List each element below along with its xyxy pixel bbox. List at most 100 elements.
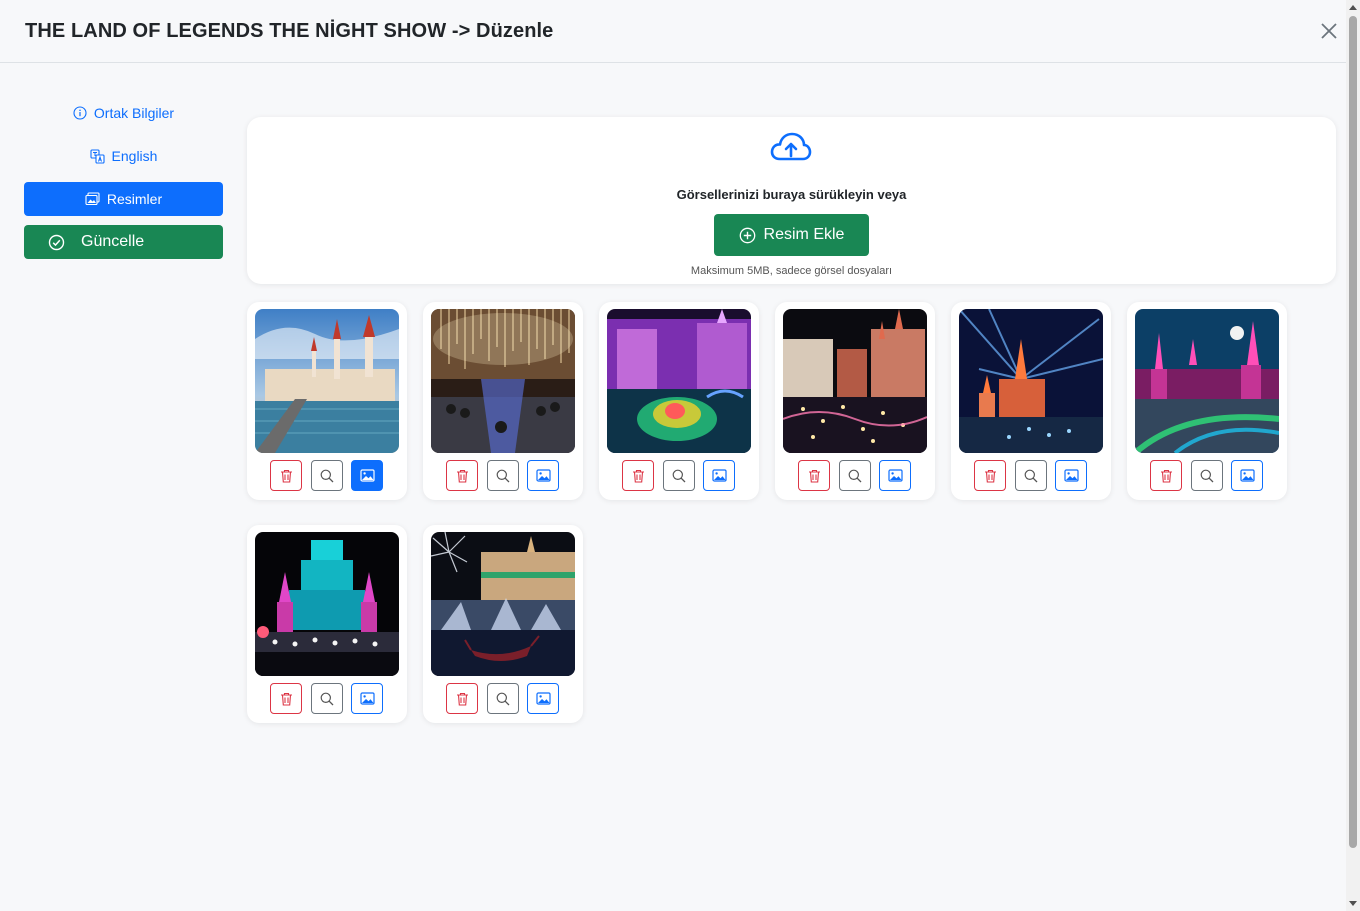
add-image-label: Resim Ekle	[763, 226, 845, 243]
sidebar-item-label: Resimler	[106, 191, 163, 207]
trash-icon	[808, 469, 820, 483]
image-icon	[887, 469, 903, 482]
image-thumbnail[interactable]	[959, 309, 1103, 453]
set-cover-button[interactable]	[351, 460, 383, 491]
search-icon	[320, 469, 334, 482]
set-cover-button[interactable]	[351, 683, 383, 714]
image-thumbnail[interactable]	[1135, 309, 1279, 453]
image-thumbnail[interactable]	[607, 309, 751, 453]
image-thumbnail[interactable]	[255, 532, 399, 676]
image-actions	[446, 683, 560, 715]
trash-icon	[1160, 469, 1172, 483]
image-icon	[711, 469, 727, 482]
image-actions	[798, 460, 912, 492]
preview-image-button[interactable]	[311, 460, 343, 491]
images-icon	[85, 192, 100, 206]
search-icon	[1200, 469, 1214, 482]
check-circle-icon	[48, 234, 65, 250]
update-button[interactable]: Güncelle	[24, 225, 223, 259]
image-thumbnail[interactable]	[431, 532, 575, 676]
sidebar: Ortak Bilgiler English Resimler Güncelle	[24, 96, 223, 259]
dropzone-prompt: Görsellerinizi buraya sürükleyin veya	[676, 187, 907, 202]
set-cover-button[interactable]	[527, 460, 559, 491]
delete-image-button[interactable]	[1150, 460, 1182, 491]
search-icon	[672, 469, 686, 482]
trash-icon	[632, 469, 644, 483]
search-icon	[496, 469, 510, 482]
scrollbar[interactable]	[1346, 0, 1360, 911]
preview-image-button[interactable]	[487, 460, 519, 491]
preview-image-button[interactable]	[487, 683, 519, 714]
upload-hint: Maksimum 5MB, sadece görsel dosyaları	[690, 265, 893, 277]
set-cover-button[interactable]	[527, 683, 559, 714]
preview-image-button[interactable]	[311, 683, 343, 714]
preview-image-button[interactable]	[1191, 460, 1223, 491]
image-icon	[535, 469, 551, 482]
search-icon	[848, 469, 862, 482]
trash-icon	[456, 469, 468, 483]
set-cover-button[interactable]	[703, 460, 735, 491]
set-cover-button[interactable]	[1055, 460, 1087, 491]
image-card	[247, 302, 407, 500]
add-image-button[interactable]: Resim Ekle	[714, 214, 869, 256]
delete-image-button[interactable]	[798, 460, 830, 491]
image-actions	[622, 460, 736, 492]
image-actions	[270, 460, 384, 492]
trash-icon	[984, 469, 996, 483]
scrollbar-thumb[interactable]	[1349, 16, 1357, 848]
image-card	[247, 525, 407, 723]
scroll-down-arrow-icon[interactable]	[1349, 901, 1357, 906]
image-card	[423, 302, 583, 500]
image-icon	[1239, 469, 1255, 482]
image-actions	[1150, 460, 1264, 492]
cloud-upload-icon	[770, 132, 812, 161]
info-circle-icon	[73, 106, 87, 120]
preview-image-button[interactable]	[1015, 460, 1047, 491]
delete-image-button[interactable]	[974, 460, 1006, 491]
search-icon	[1024, 469, 1038, 482]
delete-image-button[interactable]	[270, 683, 302, 714]
modal-header: THE LAND OF LEGENDS THE NİGHT SHOW -> Dü…	[0, 0, 1346, 63]
trash-icon	[280, 469, 292, 483]
search-icon	[320, 692, 334, 705]
sidebar-item-english[interactable]: English	[24, 139, 223, 173]
modal-title: THE LAND OF LEGENDS THE NİGHT SHOW -> Dü…	[25, 19, 554, 42]
delete-image-button[interactable]	[622, 460, 654, 491]
sidebar-item-label: English	[111, 148, 158, 164]
sidebar-item-label: Ortak Bilgiler	[93, 105, 175, 121]
close-icon	[1321, 23, 1337, 39]
delete-image-button[interactable]	[270, 460, 302, 491]
image-card	[599, 302, 759, 500]
plus-circle-icon	[739, 227, 755, 243]
preview-image-button[interactable]	[839, 460, 871, 491]
image-thumbnail[interactable]	[783, 309, 927, 453]
image-icon	[359, 692, 375, 705]
image-card	[951, 302, 1111, 500]
translate-icon	[89, 148, 105, 164]
close-button[interactable]	[1318, 20, 1340, 42]
image-thumbnail[interactable]	[431, 309, 575, 453]
image-thumbnail[interactable]	[255, 309, 399, 453]
image-card	[1127, 302, 1287, 500]
update-button-label: Güncelle	[81, 233, 145, 250]
image-actions	[270, 683, 384, 715]
image-card	[775, 302, 935, 500]
image-icon	[359, 469, 375, 482]
sidebar-item-resimler[interactable]: Resimler	[24, 182, 223, 216]
image-icon	[535, 692, 551, 705]
trash-icon	[456, 692, 468, 706]
sidebar-item-ortak-bilgiler[interactable]: Ortak Bilgiler	[24, 96, 223, 130]
set-cover-button[interactable]	[879, 460, 911, 491]
upload-dropzone[interactable]: Görsellerinizi buraya sürükleyin veya Re…	[247, 117, 1336, 284]
scroll-up-arrow-icon[interactable]	[1349, 5, 1357, 10]
preview-image-button[interactable]	[663, 460, 695, 491]
image-actions	[446, 460, 560, 492]
image-card	[423, 525, 583, 723]
search-icon	[496, 692, 510, 705]
image-actions	[974, 460, 1088, 492]
set-cover-button[interactable]	[1231, 460, 1263, 491]
image-icon	[1063, 469, 1079, 482]
delete-image-button[interactable]	[446, 460, 478, 491]
delete-image-button[interactable]	[446, 683, 478, 714]
trash-icon	[280, 692, 292, 706]
